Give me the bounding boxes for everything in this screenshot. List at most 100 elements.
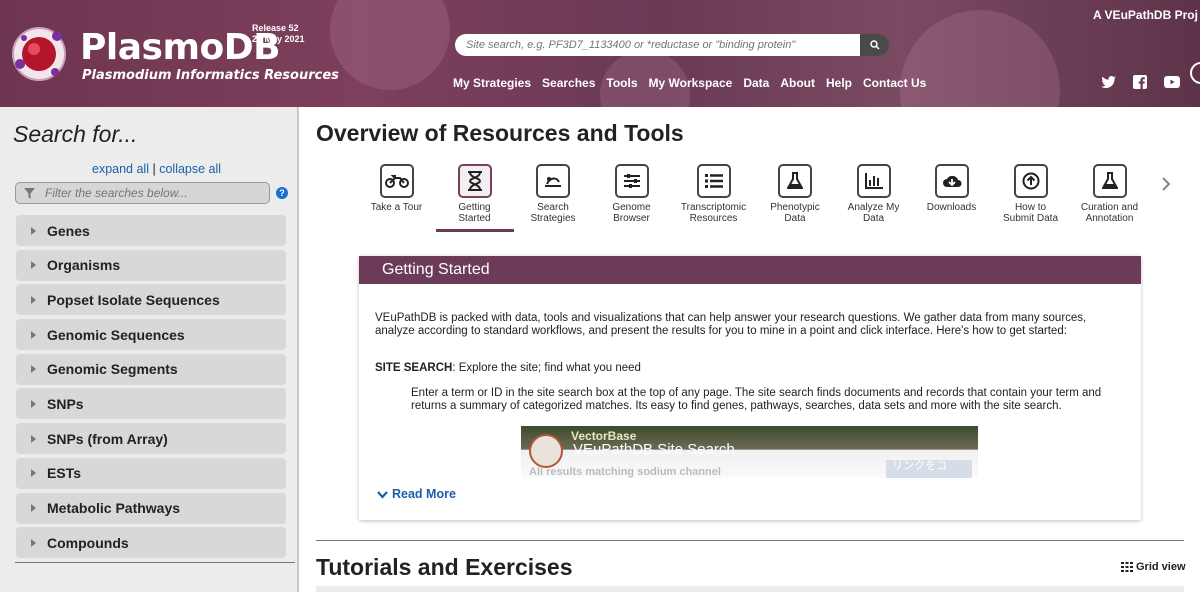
search-category-genes[interactable]: Genes	[16, 215, 286, 246]
tool-label: Downloads	[926, 202, 977, 213]
site-tagline: Plasmodium Informatics Resources	[82, 68, 339, 83]
search-filter-field[interactable]	[15, 182, 270, 204]
tool-label: Transcriptomic	[680, 202, 747, 213]
tool-analyze-my-data[interactable]: Analyze My Data	[838, 164, 909, 224]
tool-label: Search	[537, 202, 569, 213]
nav-about[interactable]: About	[780, 76, 815, 90]
expand-all-link[interactable]: expand all	[92, 162, 149, 176]
search-category-metabolic-pathways[interactable]: Metabolic Pathways	[16, 492, 286, 524]
expand-arrow-icon	[31, 399, 36, 408]
tool-label: Strategies	[530, 213, 576, 224]
tool-label: Getting	[458, 202, 491, 213]
list-icon	[696, 164, 731, 198]
site-header: PlasmoDB Plasmodium Informatics Resource…	[0, 0, 1200, 107]
search-category-label: Genomic Sequences	[47, 326, 185, 343]
tool-label: Browser	[613, 213, 650, 224]
video-caption-prefix: All results matching	[529, 466, 638, 478]
tool-phenotypic-data[interactable]: Phenotypic Data	[752, 164, 838, 224]
search-category-label: ESTs	[47, 465, 81, 482]
tool-label: Take a Tour	[370, 202, 423, 213]
search-category-snps-array[interactable]: SNPs (from Array)	[16, 423, 286, 455]
search-category-label: SNPs	[47, 395, 84, 412]
grid-view-label: Grid view	[1136, 561, 1186, 573]
search-category-genomic-sequences[interactable]: Genomic Sequences	[16, 319, 286, 351]
tutorials-title: Tutorials and Exercises	[316, 554, 573, 580]
tool-label: Started	[458, 213, 491, 224]
tool-label: Curation and	[1080, 202, 1139, 213]
getting-started-panel: Getting Started VEuPathDB is packed with…	[359, 256, 1141, 520]
search-filter-input[interactable]	[45, 186, 255, 200]
intro-paragraph: VEuPathDB is packed with data, tools and…	[375, 312, 1087, 337]
cloud-download-icon	[934, 164, 969, 198]
search-category-organisms[interactable]: Organisms	[16, 249, 286, 281]
release-date: 20 May 2021	[252, 34, 305, 44]
help-icon[interactable]: ?	[276, 187, 288, 199]
page-title: Overview of Resources and Tools	[316, 120, 684, 146]
nav-searches[interactable]: Searches	[542, 76, 595, 90]
video-copy-link-button[interactable]: リンクをコ	[886, 460, 972, 478]
sliders-icon	[614, 164, 649, 198]
read-more-link[interactable]: Read More	[377, 488, 456, 501]
site-search-video[interactable]: VectorBase VEuPathDB Site Search All res…	[521, 426, 978, 478]
site-brand[interactable]: PlasmoDB	[80, 27, 281, 68]
site-search-input[interactable]	[466, 39, 860, 51]
grid-view-toggle[interactable]: Grid view	[1121, 561, 1186, 573]
search-category-compounds[interactable]: Compounds	[16, 527, 286, 559]
youtube-icon[interactable]	[1163, 74, 1181, 90]
tool-getting-started[interactable]: Getting Started	[431, 164, 518, 224]
collapse-all-link[interactable]: collapse all	[159, 162, 221, 176]
nav-tools[interactable]: Tools	[606, 76, 637, 90]
tool-take-a-tour[interactable]: Take a Tour	[362, 164, 431, 224]
nav-my-workspace[interactable]: My Workspace	[649, 76, 733, 90]
tool-search-strategies[interactable]: Search Strategies	[518, 164, 588, 224]
flask-icon	[778, 164, 812, 198]
veupathdb-project-link[interactable]: A VEuPathDB Proj	[1093, 8, 1198, 22]
tool-transcriptomic-resources[interactable]: Transcriptomic Resources	[675, 164, 752, 224]
chevron-down-icon	[377, 490, 388, 499]
sidebar-title: Search for...	[13, 121, 138, 147]
tool-label: Submit Data	[1002, 213, 1059, 224]
chevron-right-icon[interactable]	[1161, 177, 1171, 191]
tool-curation-and-annotation[interactable]: Curation and Annotation	[1067, 164, 1152, 224]
search-category-label: Genes	[47, 222, 90, 239]
nav-my-strategies[interactable]: My Strategies	[453, 76, 531, 90]
tool-downloads[interactable]: Downloads	[909, 164, 994, 224]
nav-data[interactable]: Data	[743, 76, 769, 90]
expand-arrow-icon	[31, 538, 36, 547]
expand-arrow-icon	[31, 504, 36, 512]
site-search-button[interactable]	[860, 34, 889, 56]
globe-icon[interactable]	[1190, 62, 1200, 84]
search-category-popset[interactable]: Popset Isolate Sequences	[16, 284, 286, 316]
search-category-ests[interactable]: ESTs	[16, 457, 286, 489]
facebook-icon[interactable]	[1131, 74, 1149, 90]
search-category-label: Genomic Segments	[47, 361, 178, 378]
expand-arrow-icon	[31, 434, 36, 443]
tool-genome-browser[interactable]: Genome Browser	[588, 164, 675, 224]
site-search-heading: SITE SEARCH: Explore the site; find what…	[375, 362, 641, 375]
tool-label: Genome	[612, 202, 651, 213]
tool-label: Phenotypic	[770, 202, 820, 213]
tool-how-to-submit-data[interactable]: How to Submit Data	[994, 164, 1067, 224]
video-channel-icon	[529, 434, 563, 468]
panel-title: Getting Started	[359, 256, 1141, 284]
top-nav: My Strategies Searches Tools My Workspac…	[453, 76, 937, 90]
site-search-field[interactable]	[455, 34, 860, 56]
twitter-icon[interactable]	[1099, 74, 1117, 90]
expand-arrow-icon	[31, 261, 36, 270]
search-category-label: Compounds	[47, 534, 129, 551]
bar-chart-icon	[856, 164, 891, 198]
plasmodb-logo-icon[interactable]	[10, 26, 68, 82]
link-separator: |	[152, 162, 156, 176]
strategy-icon	[536, 164, 570, 198]
nav-contact-us[interactable]: Contact Us	[863, 76, 926, 90]
search-category-label: Organisms	[47, 257, 121, 274]
resource-tools-bar: Take a Tour Getting Started Search Strateg…	[362, 164, 1152, 224]
search-category-snps[interactable]: SNPs	[16, 388, 286, 420]
expand-arrow-icon	[31, 469, 36, 478]
search-icon	[869, 40, 880, 50]
nav-help[interactable]: Help	[826, 76, 852, 90]
sidebar-divider	[15, 562, 295, 563]
tool-label: Data	[862, 213, 885, 224]
search-category-genomic-segments[interactable]: Genomic Segments	[16, 353, 286, 385]
site-search-label: SITE SEARCH	[375, 362, 453, 374]
